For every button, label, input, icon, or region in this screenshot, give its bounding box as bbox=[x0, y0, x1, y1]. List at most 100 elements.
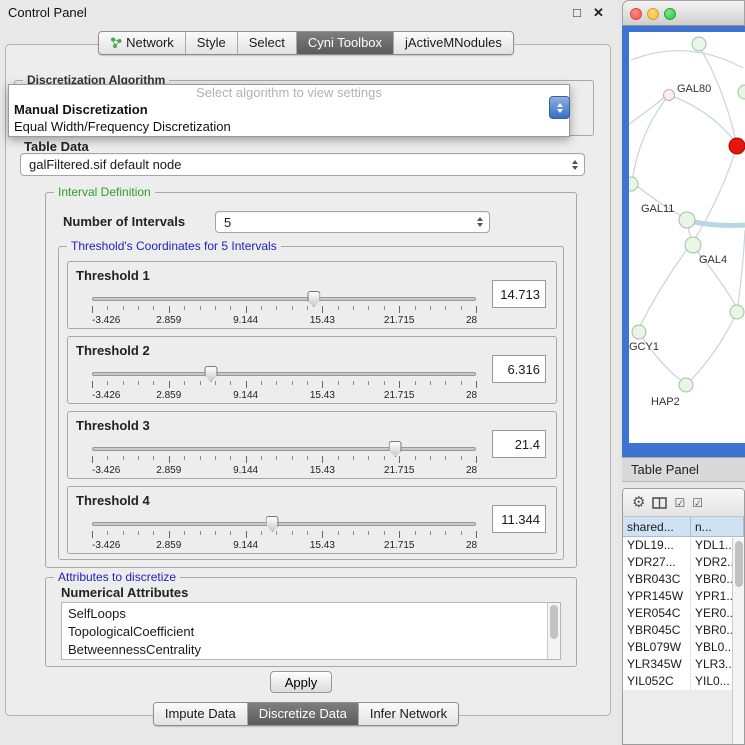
threshold-value-field[interactable]: 21.4 bbox=[492, 430, 546, 458]
scrollbar-thumb[interactable] bbox=[735, 541, 743, 587]
threshold-slider[interactable]: -3.4262.8599.14415.4321.71528 bbox=[92, 517, 476, 551]
slider-thumb[interactable] bbox=[307, 291, 320, 307]
network-node[interactable] bbox=[679, 212, 695, 228]
tab-impute-data[interactable]: Impute Data bbox=[154, 703, 248, 725]
stepper-icon bbox=[477, 217, 483, 227]
zoom-traffic-light-icon[interactable] bbox=[664, 8, 676, 20]
slider-track[interactable] bbox=[92, 297, 476, 301]
table-data-select[interactable]: galFiltered.sif default node bbox=[20, 153, 585, 176]
network-node[interactable] bbox=[664, 90, 675, 101]
threshold-row-3: Threshold 3-3.4262.8599.14415.4321.71528… bbox=[67, 411, 557, 479]
network-icon bbox=[110, 36, 122, 49]
algorithm-dropdown-options: Manual DiscretizationEqual Width/Frequen… bbox=[9, 101, 569, 135]
network-node[interactable] bbox=[730, 305, 744, 319]
network-edge-thick bbox=[689, 221, 745, 226]
slider-thumb[interactable] bbox=[389, 441, 402, 457]
numerical-attributes-label: Numerical Attributes bbox=[61, 585, 188, 600]
table-cell: YER054C bbox=[623, 605, 691, 622]
slider-thumb[interactable] bbox=[205, 366, 218, 382]
table-row[interactable]: YBR043CYBR0... bbox=[623, 571, 744, 588]
tab-label: jActiveMNodules bbox=[405, 35, 502, 50]
threshold-value-field[interactable]: 6.316 bbox=[492, 355, 546, 383]
threshold-row-2: Threshold 2 -3.4262.8599.14415.4321.71528… bbox=[67, 336, 557, 404]
table-cell: YPR145W bbox=[623, 588, 691, 605]
threshold-slider[interactable]: -3.4262.8599.14415.4321.71528 bbox=[92, 292, 476, 326]
table-header-row: shared...n... bbox=[623, 517, 744, 537]
network-node[interactable] bbox=[729, 138, 745, 154]
close-traffic-light-icon[interactable] bbox=[630, 8, 642, 20]
group-title: Interval Definition bbox=[54, 185, 155, 199]
slider-scale: -3.4262.8599.14415.4321.71528 bbox=[92, 540, 476, 552]
column-header-0[interactable]: shared... bbox=[623, 517, 691, 536]
num-intervals-select[interactable]: 5 bbox=[215, 211, 490, 233]
slider-thumb[interactable] bbox=[266, 516, 279, 532]
network-node[interactable] bbox=[738, 85, 745, 99]
table-row[interactable]: YLR345WYLR3... bbox=[623, 656, 744, 673]
list-item-topologicalcoefficient[interactable]: TopologicalCoefficient bbox=[68, 623, 560, 641]
list-item-selfloops[interactable]: SelfLoops bbox=[68, 605, 560, 623]
checkbox-icon-2[interactable]: ☑ bbox=[692, 497, 703, 509]
columns-icon[interactable] bbox=[652, 497, 667, 509]
column-header-1[interactable]: n... bbox=[691, 517, 744, 536]
tab-discretize-data[interactable]: Discretize Data bbox=[248, 703, 359, 725]
network-node-label: GAL4 bbox=[699, 254, 727, 266]
slider-scale: -3.4262.8599.14415.4321.71528 bbox=[92, 465, 476, 477]
threshold-label: Threshold 2 bbox=[76, 343, 150, 358]
scrollbar-thumb[interactable] bbox=[550, 605, 558, 639]
apply-button[interactable]: Apply bbox=[270, 671, 332, 693]
slider-scale: -3.4262.8599.14415.4321.71528 bbox=[92, 315, 476, 327]
tab-style[interactable]: Style bbox=[186, 32, 238, 54]
panel-title: Control Panel bbox=[8, 5, 87, 20]
control-panel-titlebar: Control Panel □ ✕ bbox=[0, 0, 618, 26]
gear-icon[interactable]: ⚙ bbox=[632, 495, 645, 510]
table-cell: YBR043C bbox=[623, 571, 691, 588]
tab-select[interactable]: Select bbox=[238, 32, 297, 54]
list-scrollbar[interactable] bbox=[547, 603, 560, 659]
network-node[interactable] bbox=[685, 237, 701, 253]
list-item-betweennesscentrality[interactable]: BetweennessCentrality bbox=[68, 641, 560, 659]
dropdown-option-manual-discretization[interactable]: Manual Discretization bbox=[9, 101, 569, 118]
table-row[interactable]: YBL079WYBL0... bbox=[623, 639, 744, 656]
tab-jactivemnodules[interactable]: jActiveMNodules bbox=[394, 32, 513, 54]
threshold-slider[interactable]: -3.4262.8599.14415.4321.71528 bbox=[92, 367, 476, 401]
algorithm-dropdown-button[interactable] bbox=[549, 96, 570, 119]
network-view-window: GAL80GAL11GAL4GCY1HAP2 bbox=[622, 0, 745, 457]
combo-value: 5 bbox=[224, 215, 477, 230]
checkbox-icon-1[interactable]: ☑ bbox=[674, 497, 685, 509]
float-window-icon[interactable]: □ bbox=[573, 5, 581, 20]
slider-track[interactable] bbox=[92, 522, 476, 526]
threshold-value-field[interactable]: 11.344 bbox=[492, 505, 546, 533]
network-node[interactable] bbox=[692, 37, 706, 51]
network-edge bbox=[629, 96, 666, 124]
group-title: Threshold's Coordinates for 5 Intervals bbox=[67, 239, 281, 253]
control-panel: Control Panel □ ✕ NetworkStyleSelectCyni… bbox=[0, 0, 618, 745]
combo-value: galFiltered.sif default node bbox=[29, 157, 572, 172]
threshold-value-field[interactable]: 14.713 bbox=[492, 280, 546, 308]
numerical-attributes-list: SelfLoopsTopologicalCoefficientBetweenne… bbox=[62, 603, 560, 659]
table-row[interactable]: YIL052CYIL0... bbox=[623, 673, 744, 690]
table-scrollbar[interactable] bbox=[732, 538, 744, 744]
table-row[interactable]: YPR145WYPR1... bbox=[623, 588, 744, 605]
table-row[interactable]: YER054CYER0... bbox=[623, 605, 744, 622]
network-node[interactable] bbox=[679, 378, 693, 392]
network-node[interactable] bbox=[629, 177, 638, 191]
tab-network[interactable]: Network bbox=[99, 32, 186, 54]
chevron-up-icon bbox=[557, 103, 563, 107]
tab-infer-network[interactable]: Infer Network bbox=[359, 703, 458, 725]
network-canvas[interactable]: GAL80GAL11GAL4GCY1HAP2 bbox=[629, 32, 745, 443]
network-node[interactable] bbox=[632, 325, 646, 339]
num-intervals-label: Number of Intervals bbox=[63, 214, 185, 229]
dropdown-option-equal-width-frequency-discretization[interactable]: Equal Width/Frequency Discretization bbox=[9, 118, 569, 135]
tab-cyni-toolbox[interactable]: Cyni Toolbox bbox=[297, 32, 394, 54]
slider-track[interactable] bbox=[92, 447, 476, 451]
table-row[interactable]: YBR045CYBR0... bbox=[623, 622, 744, 639]
network-edge bbox=[639, 244, 691, 328]
table-row[interactable]: YDL19...YDL1... bbox=[623, 537, 744, 554]
slider-ticks bbox=[92, 531, 476, 539]
slider-track[interactable] bbox=[92, 372, 476, 376]
threshold-slider[interactable]: -3.4262.8599.14415.4321.71528 bbox=[92, 442, 476, 476]
table-row[interactable]: YDR27...YDR2... bbox=[623, 554, 744, 571]
numerical-attributes-listbox: SelfLoopsTopologicalCoefficientBetweenne… bbox=[61, 602, 561, 660]
minimize-traffic-light-icon[interactable] bbox=[647, 8, 659, 20]
close-icon[interactable]: ✕ bbox=[593, 5, 604, 21]
